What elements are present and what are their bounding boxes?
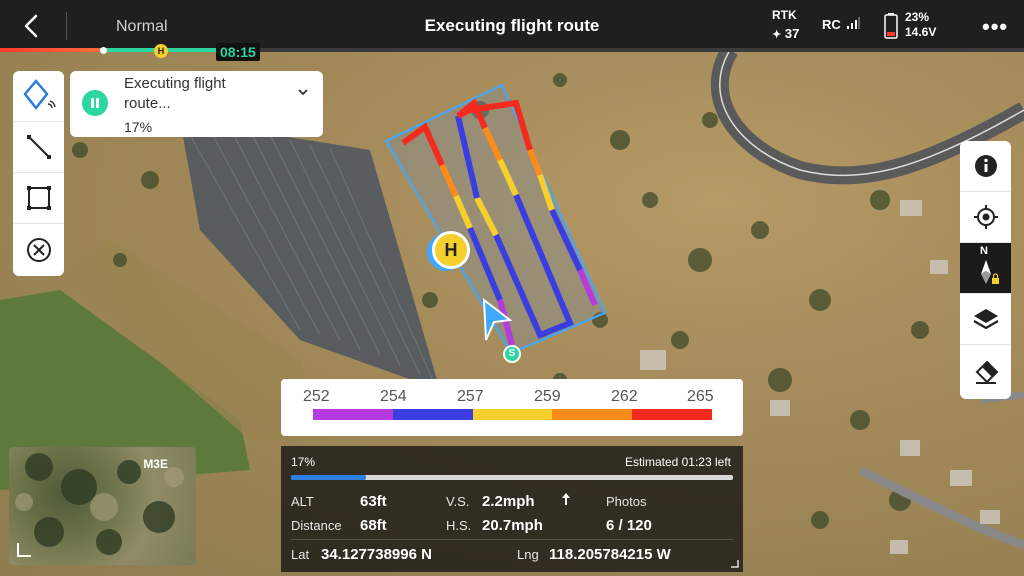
compass-north-label: N	[980, 245, 988, 257]
back-button[interactable]	[18, 12, 46, 40]
rtk-status[interactable]: RTK ✦ 37	[772, 8, 799, 41]
legend-swatch	[632, 409, 712, 420]
satellite-icon: ✦	[772, 29, 782, 41]
legend-tick: 257	[457, 388, 484, 405]
rc-signal[interactable]: RC	[822, 17, 861, 32]
photos-label: Photos	[606, 494, 647, 509]
waypoint-diamond-icon	[22, 79, 56, 111]
flight-time: 08:15	[216, 43, 260, 61]
compass-lock-button[interactable]: N	[960, 243, 1011, 294]
rtk-label: RTK	[772, 8, 797, 22]
satellite-count-value: 37	[784, 26, 800, 41]
vs-value: 2.2mph	[482, 493, 535, 510]
camera-preview[interactable]: M3E	[9, 447, 196, 565]
battery-status[interactable]: 23% 14.6V	[905, 10, 936, 40]
lat-label: Lat	[291, 547, 310, 562]
lat-value: 34.127738996 N	[321, 546, 432, 563]
home-point-marker[interactable]: H	[432, 231, 470, 269]
route-status-card[interactable]: Executing flight route... 17%	[70, 71, 323, 137]
line-tool-button[interactable]	[13, 122, 64, 173]
legend-swatch	[313, 409, 393, 420]
return-battery-segment	[0, 48, 100, 52]
close-tool-button[interactable]	[13, 224, 64, 275]
alt-value: 63ft	[360, 493, 387, 510]
waypoint-tool-button[interactable]	[13, 71, 64, 122]
more-icon[interactable]: •••	[982, 14, 1008, 40]
satellite-count: ✦ 37	[772, 26, 799, 41]
legend-swatch	[392, 409, 473, 420]
expand-icon[interactable]	[17, 543, 31, 557]
vs-label: V.S.	[446, 494, 470, 509]
mission-progress-bar	[291, 475, 733, 480]
close-circle-icon	[26, 237, 51, 262]
lng-label: Lng	[517, 547, 539, 562]
crosshair-icon	[973, 205, 998, 229]
legend-color-bar	[313, 409, 712, 420]
locate-button[interactable]	[960, 192, 1011, 243]
distance-value: 68ft	[360, 517, 387, 534]
left-toolbar	[13, 71, 64, 276]
telemetry-panel: 17% Estimated 01:23 left ALT 63ft V.S. 2…	[281, 446, 743, 572]
hs-label: H.S.	[446, 518, 472, 533]
legend-swatch	[552, 409, 633, 420]
info-icon	[974, 155, 997, 177]
area-tool-button[interactable]	[13, 173, 64, 224]
legend-tick: 265	[687, 388, 714, 405]
signal-bars-icon	[847, 17, 861, 29]
flight-mode[interactable]: Normal	[116, 18, 168, 36]
camera-model-label: M3E	[143, 457, 168, 471]
legend-tick: 262	[611, 388, 638, 405]
divider	[291, 539, 733, 540]
pause-button[interactable]	[82, 90, 108, 116]
battery-icon	[884, 13, 898, 39]
resize-corner-icon[interactable]	[729, 558, 739, 568]
route-status-percent: 17%	[124, 119, 153, 135]
battery-voltage: 14.6V	[905, 25, 937, 39]
right-toolbar: N	[960, 141, 1011, 399]
legend-swatch	[472, 409, 553, 420]
lng-value: 118.205784215 W	[549, 546, 671, 563]
start-marker-label: S	[508, 348, 516, 359]
mission-percent: 17%	[291, 455, 316, 469]
rc-label: RC	[822, 17, 841, 32]
chevron-left-icon	[24, 14, 38, 38]
line-icon	[26, 135, 51, 159]
legend-tick: 252	[303, 388, 330, 405]
chevron-down-icon[interactable]	[296, 85, 310, 99]
altitude-legend: 252 254 257 259 262 265	[281, 379, 743, 436]
top-bar: Normal Executing flight route RTK ✦ 37 R…	[0, 0, 1024, 61]
alt-label: ALT	[291, 494, 314, 509]
home-marker-label: H	[444, 240, 458, 260]
eraser-icon	[975, 360, 998, 384]
layers-icon	[972, 309, 999, 330]
route-status-text: Executing flight route...	[124, 75, 226, 112]
battery-percent: 23%	[905, 10, 930, 24]
area-icon	[26, 186, 51, 210]
legend-tick: 259	[534, 388, 561, 405]
info-button[interactable]	[960, 141, 1011, 192]
hs-value: 20.7mph	[482, 517, 543, 534]
home-icon: H	[154, 44, 168, 58]
start-point-marker[interactable]: S	[503, 345, 521, 363]
arrow-up-icon	[562, 493, 570, 505]
mission-progress-fill	[291, 475, 367, 480]
estimated-time: Estimated 01:23 left	[624, 455, 731, 469]
legend-tick: 254	[380, 388, 407, 405]
current-position-dot	[100, 47, 107, 54]
divider	[66, 12, 67, 40]
distance-label: Distance	[291, 518, 342, 533]
clear-route-button[interactable]	[960, 345, 1011, 399]
map-layers-button[interactable]	[960, 294, 1011, 345]
photos-value: 6 / 120	[606, 517, 652, 534]
